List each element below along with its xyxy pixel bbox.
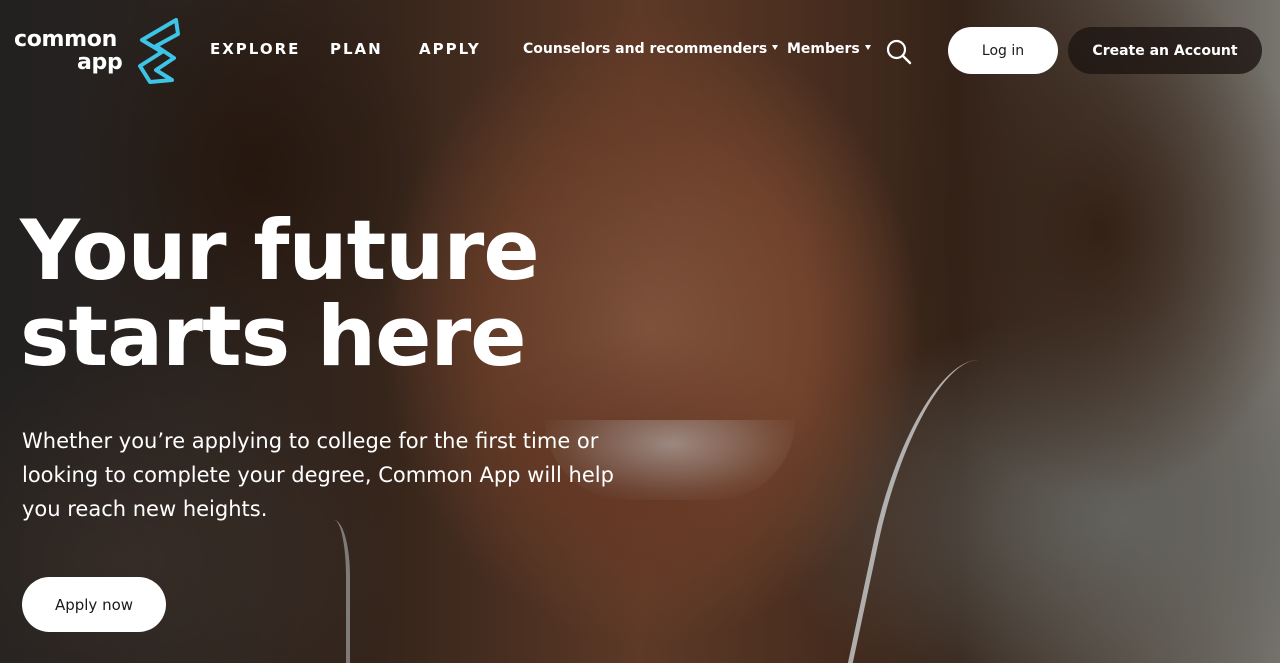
nav-plan[interactable]: PLAN — [330, 40, 383, 58]
hero-title: Your future starts here — [20, 208, 640, 380]
apply-now-button[interactable]: Apply now — [22, 577, 166, 632]
nav-explore[interactable]: EXPLORE — [210, 40, 300, 58]
nav-members-label: Members — [787, 41, 860, 57]
login-button[interactable]: Log in — [948, 27, 1058, 74]
hero-subtitle: Whether you’re applying to college for t… — [22, 429, 614, 521]
nav-apply[interactable]: APPLY — [419, 40, 481, 58]
logo-line-1: common — [14, 27, 117, 52]
chevron-down-icon — [864, 44, 871, 50]
hero-title-line-2: starts here — [20, 288, 527, 385]
logo-mark-icon — [138, 18, 180, 84]
nav-counselors-label: Counselors and recommenders — [523, 41, 768, 57]
search-icon — [886, 39, 912, 65]
nav-members-dropdown[interactable]: Members — [787, 41, 871, 57]
site-header: common app EXPLORE PLAN APPLY Counselors… — [0, 0, 1280, 100]
search-button[interactable] — [885, 38, 913, 66]
hero-title-line-1: Your future — [20, 202, 540, 299]
nav-counselors-dropdown[interactable]: Counselors and recommenders — [523, 41, 779, 57]
chevron-down-icon — [772, 44, 779, 50]
logo-wordmark: common app — [14, 27, 123, 75]
create-account-button[interactable]: Create an Account — [1068, 27, 1262, 74]
logo-line-2: app — [77, 50, 123, 75]
common-app-logo[interactable]: common app — [14, 18, 184, 84]
